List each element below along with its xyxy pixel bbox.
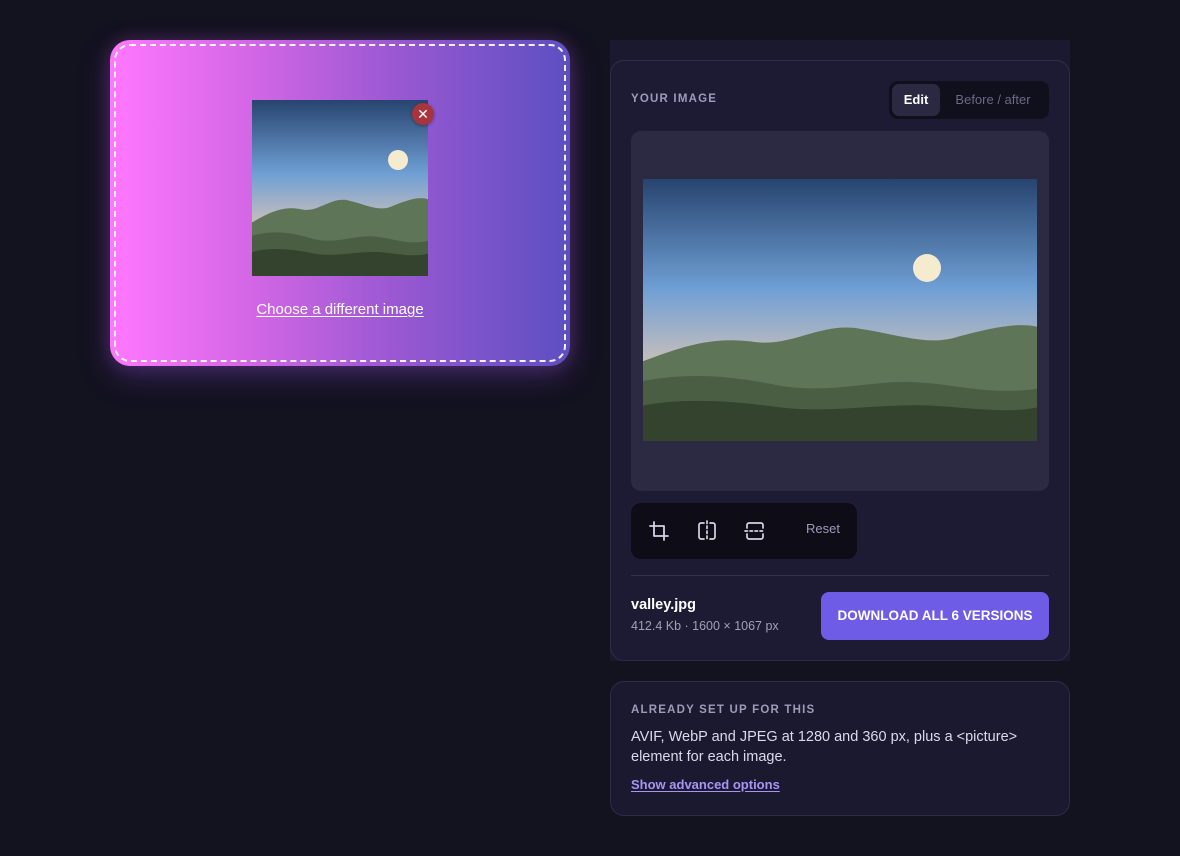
file-name: valley.jpg (631, 597, 697, 613)
download-all-button[interactable]: DOWNLOAD ALL 6 VERSIONS (821, 592, 1049, 640)
preview-image (643, 179, 1037, 441)
flip-horizontal-icon (698, 520, 716, 542)
divider (631, 575, 1049, 576)
show-advanced-options-link[interactable]: Show advanced options (631, 777, 780, 792)
image-thumbnail: ✕ (252, 100, 434, 276)
reset-button[interactable]: Reset (806, 521, 840, 536)
view-mode-toggle: Edit Before / after (889, 81, 1049, 119)
choose-different-image-link[interactable]: Choose a different image (110, 301, 570, 318)
panel-title: YOUR IMAGE (631, 93, 718, 105)
flip-vertical-icon (744, 522, 766, 540)
tab-edit[interactable]: Edit (892, 84, 940, 116)
crop-icon (649, 521, 669, 541)
file-meta: 412.4 Kb · 1600 × 1067 px (631, 619, 779, 633)
preview-image-graphic (643, 179, 1037, 441)
flip-horizontal-button[interactable] (693, 517, 721, 545)
flip-vertical-button[interactable] (741, 517, 769, 545)
thumbnail-image (252, 100, 428, 276)
settings-info-card: ALREADY SET UP FOR THIS AVIF, WebP and J… (610, 681, 1070, 816)
crop-button[interactable] (645, 517, 673, 545)
close-icon: ✕ (417, 106, 429, 122)
info-card-description: AVIF, WebP and JPEG at 1280 and 360 px, … (631, 729, 1018, 765)
info-card-title: ALREADY SET UP FOR THIS (631, 704, 816, 716)
tab-before-after[interactable]: Before / after (940, 84, 1046, 116)
edit-toolbar: Reset (631, 503, 857, 559)
remove-image-button[interactable]: ✕ (412, 103, 434, 125)
image-preview-area (631, 131, 1049, 491)
image-editor-panel: YOUR IMAGE Edit Before / after Reset val… (610, 60, 1070, 661)
image-dropzone[interactable]: ✕ Choose a different image (110, 40, 570, 366)
